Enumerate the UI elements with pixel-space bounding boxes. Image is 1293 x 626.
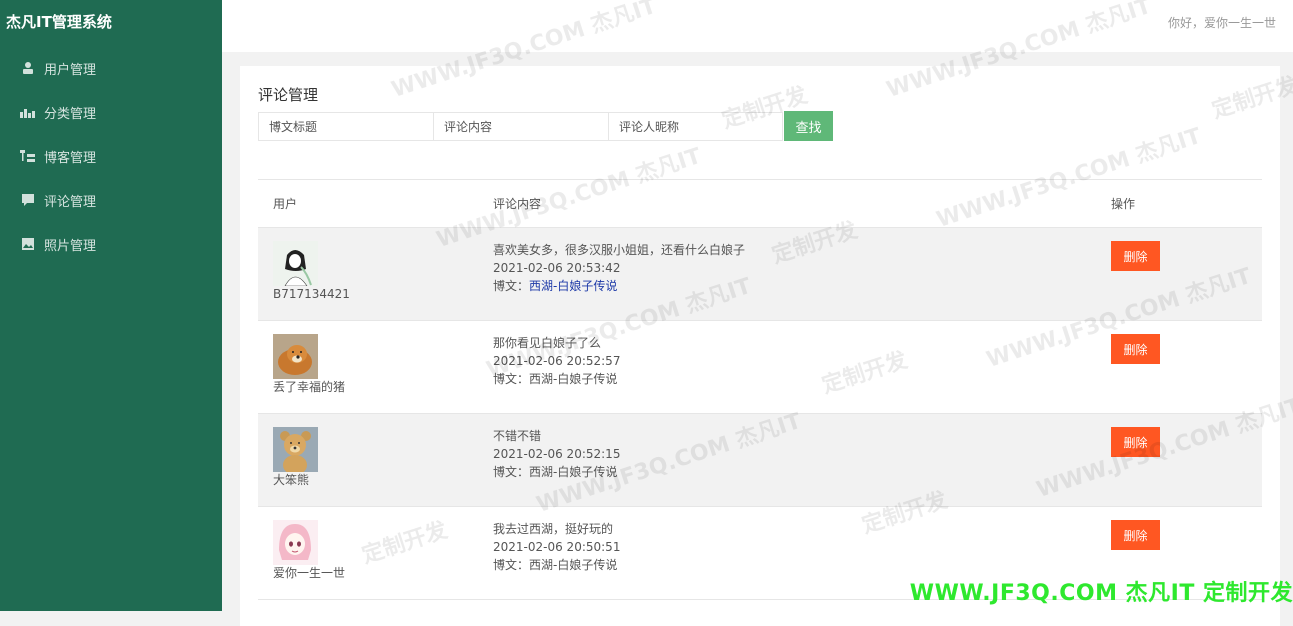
blog-prefix: 博文：	[493, 465, 530, 479]
sidebar-item-categories[interactable]: 分类管理	[0, 90, 222, 134]
table-header: 用户 评论内容 操作	[258, 180, 1262, 228]
comment-time: 2021-02-06 20:50:51	[493, 540, 621, 554]
header-user: 用户	[273, 197, 298, 211]
user-greeting[interactable]: 你好，爱你一生一世	[1168, 14, 1276, 31]
comment-text: 那你看见白娘子了么	[493, 336, 602, 350]
user-nickname: 丢了幸福的猪	[273, 380, 346, 394]
blog-link[interactable]: 西湖-白娘子传说	[529, 372, 617, 386]
search-button[interactable]: 查找	[784, 111, 833, 141]
top-bar: 你好，爱你一生一世	[222, 0, 1293, 52]
comments-table: 用户 评论内容 操作 B717134421 喜欢美女多，很多汉服小姐姐，还看什么…	[258, 179, 1262, 600]
comment-time: 2021-02-06 20:52:15	[493, 447, 621, 461]
user-avatar	[273, 520, 318, 565]
sidebar-item-blogs[interactable]: 博客管理	[0, 134, 222, 178]
user-avatar	[273, 427, 318, 472]
table-row: 丢了幸福的猪 那你看见白娘子了么 2021-02-06 20:52:57 博文：…	[258, 321, 1262, 414]
blog-prefix: 博文：	[493, 558, 530, 572]
blog-title-input[interactable]	[258, 112, 433, 141]
user-nickname: B717134421	[273, 287, 350, 301]
comment-time: 2021-02-06 20:52:57	[493, 354, 621, 368]
delete-button[interactable]: 删除	[1111, 520, 1160, 550]
user-avatar	[273, 334, 318, 379]
delete-button[interactable]: 删除	[1111, 427, 1160, 457]
image-icon	[20, 236, 36, 252]
comment-text: 不错不错	[493, 429, 542, 443]
delete-button[interactable]: 删除	[1111, 334, 1160, 364]
chart-bars-icon	[20, 104, 36, 120]
sidebar-item-users[interactable]: 用户管理	[0, 46, 222, 90]
comment-text: 我去过西湖，挺好玩的	[493, 522, 614, 536]
commenter-nickname-input[interactable]	[608, 112, 783, 141]
tree-icon	[20, 148, 36, 164]
comment-icon	[20, 192, 36, 208]
app-title: 杰凡IT管理系统	[6, 13, 112, 31]
table-row: 大笨熊 不错不错 2021-02-06 20:52:15 博文：西湖-白娘子传说…	[258, 414, 1262, 507]
comment-time: 2021-02-06 20:53:42	[493, 261, 621, 275]
user-icon	[20, 60, 36, 76]
comment-content-input[interactable]	[433, 112, 608, 141]
blog-prefix: 博文：	[493, 279, 530, 293]
sidebar-item-photos[interactable]: 照片管理	[0, 222, 222, 266]
page-title: 评论管理	[258, 86, 319, 104]
comment-text: 喜欢美女多，很多汉服小姐姐，还看什么白娘子	[493, 243, 746, 257]
sidebar-item-label: 用户管理	[44, 62, 97, 78]
blog-link[interactable]: 西湖-白娘子传说	[529, 279, 617, 293]
user-nickname: 爱你一生一世	[273, 566, 346, 580]
user-nickname: 大笨熊	[273, 473, 310, 487]
comment-management-panel: 评论管理 查找 用户 评论内容 操作 B717134421	[240, 66, 1280, 626]
sidebar-item-label: 评论管理	[44, 194, 97, 210]
blog-link[interactable]: 西湖-白娘子传说	[529, 465, 617, 479]
table-row: B717134421 喜欢美女多，很多汉服小姐姐，还看什么白娘子 2021-02…	[258, 228, 1262, 321]
blog-link[interactable]: 西湖-白娘子传说	[529, 558, 617, 572]
header-content: 评论内容	[493, 197, 542, 211]
delete-button[interactable]: 删除	[1111, 241, 1160, 271]
sidebar-item-label: 照片管理	[44, 238, 97, 254]
sidebar-item-comments[interactable]: 评论管理	[0, 178, 222, 222]
blog-prefix: 博文：	[493, 372, 530, 386]
footer-watermark: WWW.JF3Q.COM 杰凡IT 定制开发	[909, 581, 1293, 606]
user-avatar	[273, 241, 318, 286]
header-operation: 操作	[1111, 197, 1136, 211]
sidebar-item-label: 分类管理	[44, 106, 97, 122]
sidebar-item-label: 博客管理	[44, 150, 97, 166]
sidebar: 杰凡IT管理系统 用户管理 分类管理 博客管理 评论管理 照片管理	[0, 0, 222, 611]
search-form: 查找	[258, 111, 833, 141]
